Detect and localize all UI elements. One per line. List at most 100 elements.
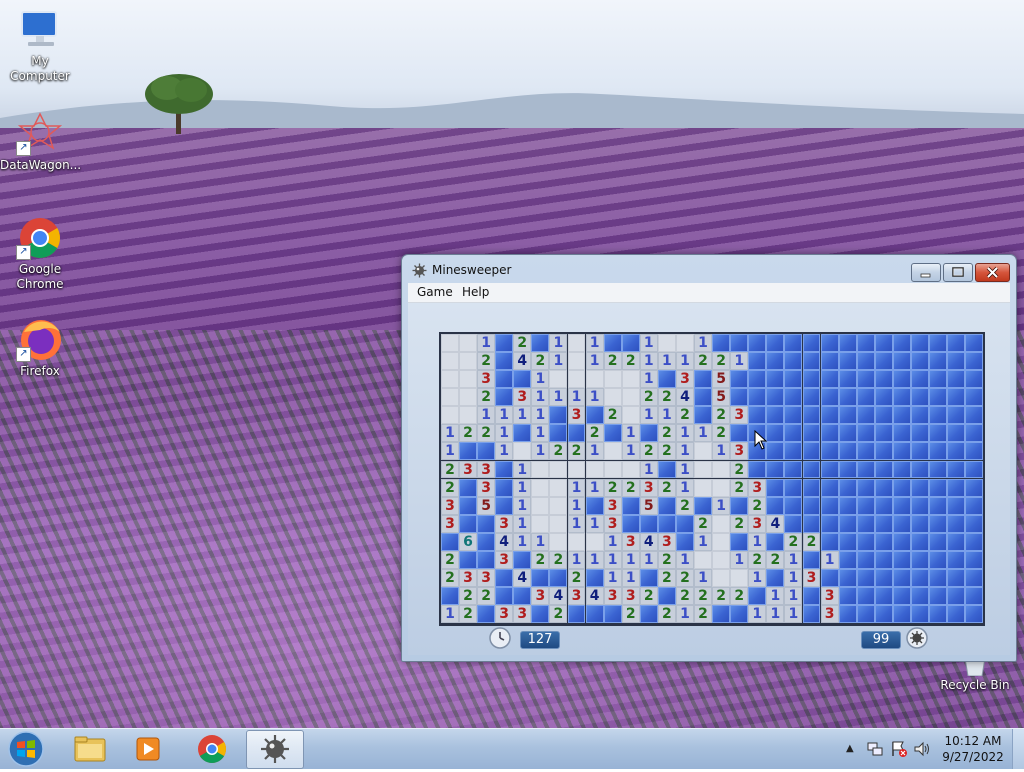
revealed-number-cell[interactable]: 2 bbox=[730, 514, 749, 533]
revealed-number-cell[interactable]: 4 bbox=[549, 587, 568, 605]
revealed-number-cell[interactable]: 1 bbox=[784, 550, 803, 569]
revealed-number-cell[interactable]: 2 bbox=[459, 587, 477, 605]
revealed-number-cell[interactable]: 1 bbox=[585, 550, 604, 569]
covered-cell[interactable] bbox=[766, 460, 785, 479]
revealed-number-cell[interactable]: 1 bbox=[676, 550, 694, 569]
revealed-empty-cell[interactable] bbox=[441, 352, 459, 370]
covered-cell[interactable] bbox=[820, 514, 839, 533]
covered-cell[interactable] bbox=[784, 406, 803, 425]
revealed-number-cell[interactable]: 3 bbox=[621, 587, 640, 605]
close-button[interactable] bbox=[975, 263, 1010, 282]
covered-cell[interactable] bbox=[657, 460, 676, 479]
revealed-empty-cell[interactable] bbox=[712, 514, 731, 533]
covered-cell[interactable] bbox=[766, 406, 785, 425]
revealed-number-cell[interactable]: 1 bbox=[621, 424, 640, 443]
covered-cell[interactable] bbox=[856, 406, 875, 425]
revealed-number-cell[interactable]: 1 bbox=[549, 388, 568, 407]
covered-cell[interactable] bbox=[947, 532, 966, 551]
revealed-number-cell[interactable]: 2 bbox=[748, 496, 767, 515]
revealed-number-cell[interactable]: 2 bbox=[694, 352, 712, 370]
revealed-number-cell[interactable]: 4 bbox=[495, 532, 514, 551]
covered-cell[interactable] bbox=[603, 334, 622, 352]
covered-cell[interactable] bbox=[802, 550, 821, 569]
covered-cell[interactable] bbox=[856, 442, 875, 461]
revealed-number-cell[interactable]: 2 bbox=[712, 424, 731, 443]
covered-cell[interactable] bbox=[766, 370, 785, 389]
revealed-number-cell[interactable]: 1 bbox=[567, 550, 586, 569]
revealed-number-cell[interactable]: 3 bbox=[477, 569, 496, 587]
covered-cell[interactable] bbox=[730, 605, 749, 624]
covered-cell[interactable] bbox=[585, 569, 604, 587]
covered-cell[interactable] bbox=[477, 442, 496, 461]
revealed-number-cell[interactable]: 3 bbox=[513, 605, 532, 624]
covered-cell[interactable] bbox=[947, 388, 966, 407]
revealed-empty-cell[interactable] bbox=[441, 388, 459, 407]
covered-cell[interactable] bbox=[929, 442, 947, 461]
covered-cell[interactable] bbox=[911, 569, 929, 587]
revealed-number-cell[interactable]: 3 bbox=[459, 569, 477, 587]
covered-cell[interactable] bbox=[441, 532, 459, 551]
covered-cell[interactable] bbox=[856, 532, 875, 551]
revealed-number-cell[interactable]: 1 bbox=[495, 406, 514, 425]
covered-cell[interactable] bbox=[567, 424, 586, 443]
revealed-empty-cell[interactable] bbox=[585, 532, 604, 551]
covered-cell[interactable] bbox=[694, 370, 712, 389]
revealed-number-cell[interactable]: 1 bbox=[676, 442, 694, 461]
revealed-number-cell[interactable]: 1 bbox=[639, 352, 658, 370]
covered-cell[interactable] bbox=[676, 514, 694, 533]
covered-cell[interactable] bbox=[892, 424, 911, 443]
covered-cell[interactable] bbox=[495, 388, 514, 407]
revealed-number-cell[interactable]: 2 bbox=[459, 424, 477, 443]
revealed-number-cell[interactable]: 1 bbox=[730, 550, 749, 569]
revealed-number-cell[interactable]: 1 bbox=[513, 532, 532, 551]
covered-cell[interactable] bbox=[965, 460, 984, 479]
covered-cell[interactable] bbox=[947, 460, 966, 479]
covered-cell[interactable] bbox=[929, 587, 947, 605]
covered-cell[interactable] bbox=[820, 370, 839, 389]
covered-cell[interactable] bbox=[929, 605, 947, 624]
revealed-number-cell[interactable]: 1 bbox=[549, 352, 568, 370]
covered-cell[interactable] bbox=[874, 569, 893, 587]
covered-cell[interactable] bbox=[874, 478, 893, 497]
covered-cell[interactable] bbox=[730, 424, 749, 443]
revealed-empty-cell[interactable] bbox=[567, 532, 586, 551]
covered-cell[interactable] bbox=[856, 460, 875, 479]
revealed-number-cell[interactable]: 2 bbox=[441, 550, 459, 569]
covered-cell[interactable] bbox=[766, 478, 785, 497]
covered-cell[interactable] bbox=[531, 334, 550, 352]
revealed-number-cell[interactable]: 2 bbox=[657, 478, 676, 497]
revealed-number-cell[interactable]: 2 bbox=[567, 569, 586, 587]
revealed-empty-cell[interactable] bbox=[694, 460, 712, 479]
revealed-number-cell[interactable]: 2 bbox=[784, 532, 803, 551]
revealed-empty-cell[interactable] bbox=[603, 388, 622, 407]
covered-cell[interactable] bbox=[766, 496, 785, 515]
covered-cell[interactable] bbox=[802, 424, 821, 443]
revealed-number-cell[interactable]: 1 bbox=[531, 424, 550, 443]
revealed-number-cell[interactable]: 5 bbox=[639, 496, 658, 515]
revealed-number-cell[interactable]: 2 bbox=[477, 388, 496, 407]
revealed-number-cell[interactable]: 1 bbox=[585, 334, 604, 352]
covered-cell[interactable] bbox=[838, 605, 857, 624]
revealed-number-cell[interactable]: 1 bbox=[513, 406, 532, 425]
revealed-number-cell[interactable]: 3 bbox=[748, 514, 767, 533]
covered-cell[interactable] bbox=[820, 569, 839, 587]
covered-cell[interactable] bbox=[947, 514, 966, 533]
revealed-empty-cell[interactable] bbox=[621, 370, 640, 389]
revealed-empty-cell[interactable] bbox=[459, 406, 477, 425]
revealed-number-cell[interactable]: 3 bbox=[802, 569, 821, 587]
covered-cell[interactable] bbox=[459, 442, 477, 461]
covered-cell[interactable] bbox=[748, 460, 767, 479]
revealed-number-cell[interactable]: 4 bbox=[513, 352, 532, 370]
covered-cell[interactable] bbox=[856, 334, 875, 352]
taskbar-google-chrome[interactable] bbox=[184, 730, 240, 767]
covered-cell[interactable] bbox=[838, 406, 857, 425]
revealed-number-cell[interactable]: 2 bbox=[477, 352, 496, 370]
covered-cell[interactable] bbox=[838, 370, 857, 389]
revealed-number-cell[interactable]: 2 bbox=[748, 550, 767, 569]
revealed-number-cell[interactable]: 1 bbox=[531, 370, 550, 389]
covered-cell[interactable] bbox=[820, 352, 839, 370]
revealed-number-cell[interactable]: 1 bbox=[603, 532, 622, 551]
covered-cell[interactable] bbox=[766, 334, 785, 352]
revealed-number-cell[interactable]: 3 bbox=[567, 406, 586, 425]
covered-cell[interactable] bbox=[892, 442, 911, 461]
